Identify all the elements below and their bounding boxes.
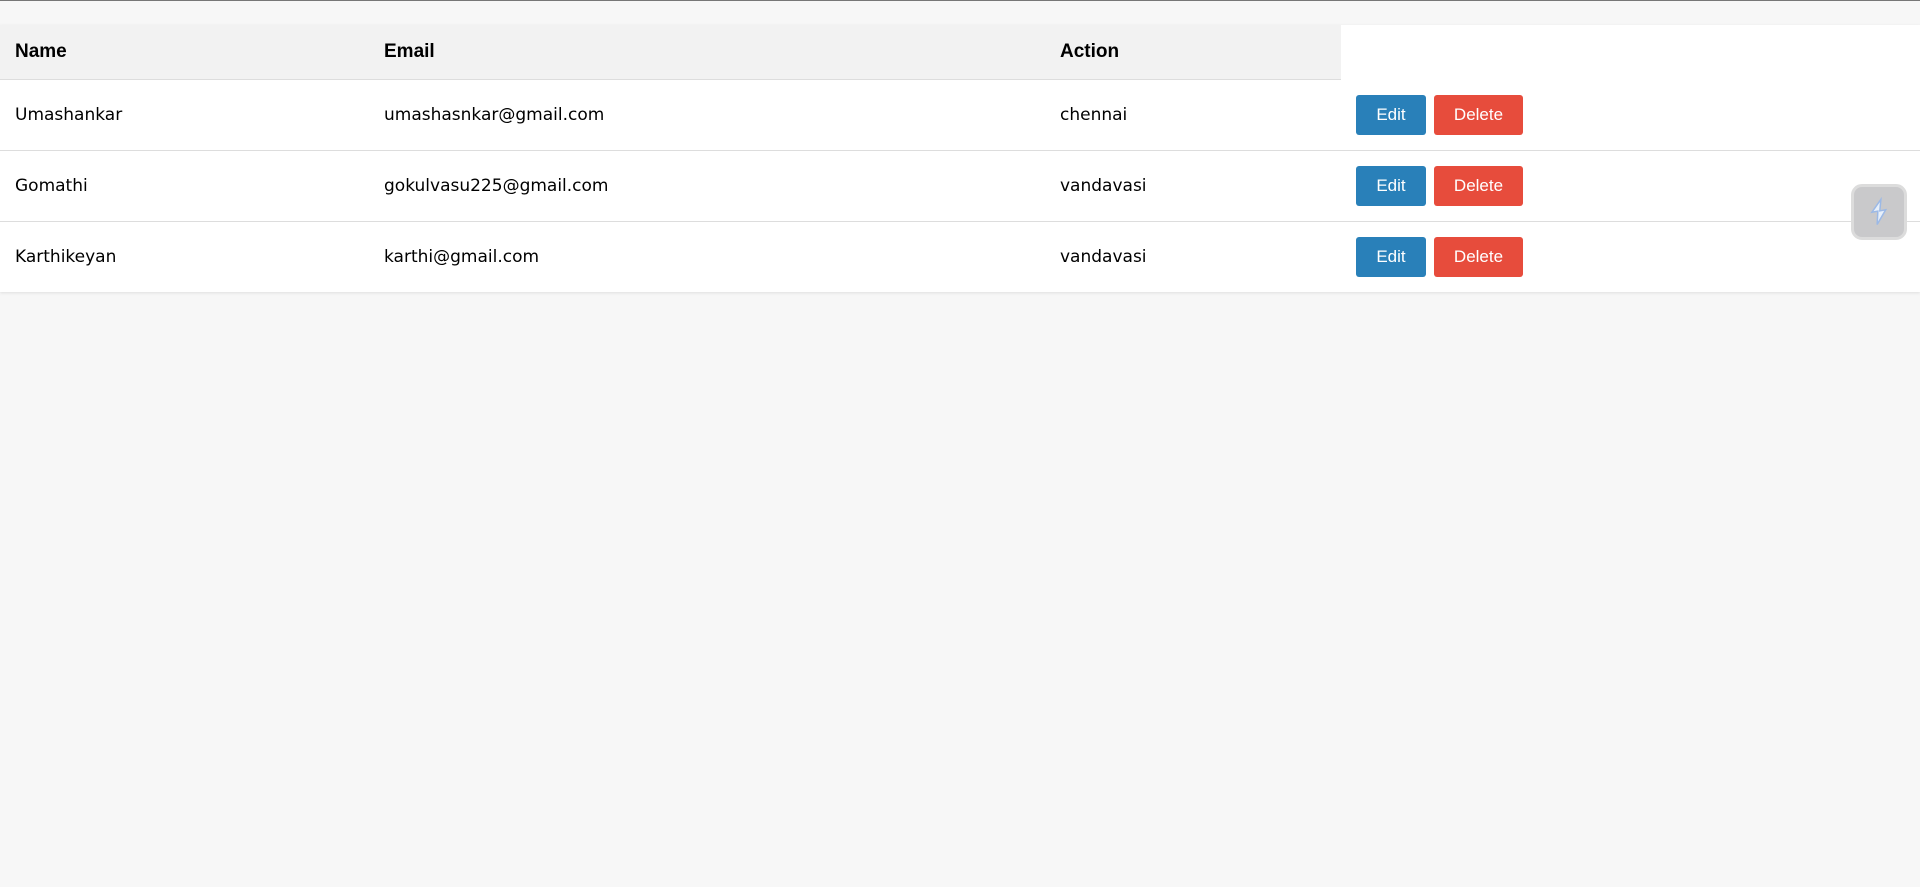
- cell-actions: Edit Delete: [1341, 79, 1920, 151]
- table-row: Gomathi gokulvasu225@gmail.com vandavasi…: [0, 150, 1920, 222]
- lightning-bolt-icon: [1870, 197, 1888, 225]
- table-row: Umashankar umashasnkar@gmail.com chennai…: [0, 79, 1920, 151]
- cell-city: chennai: [1045, 79, 1341, 151]
- edit-button[interactable]: Edit: [1356, 94, 1426, 135]
- cell-name: Umashankar: [0, 79, 369, 151]
- table-header: Name Email Action: [0, 25, 1920, 80]
- delete-button[interactable]: Delete: [1434, 237, 1523, 277]
- column-header-blank: [1341, 25, 1920, 80]
- delete-button[interactable]: Delete: [1434, 94, 1523, 135]
- header-row: Name Email Action: [0, 25, 1920, 80]
- floating-widget-button[interactable]: [1851, 184, 1907, 240]
- cell-email: gokulvasu225@gmail.com: [369, 150, 1045, 222]
- edit-button[interactable]: Edit: [1356, 237, 1426, 277]
- cell-actions: Edit Delete: [1341, 222, 1920, 293]
- cell-city: vandavasi: [1045, 150, 1341, 222]
- column-header-name: Name: [0, 25, 369, 80]
- cell-actions: Edit Delete: [1341, 150, 1920, 222]
- cell-city: vandavasi: [1060, 247, 1147, 267]
- cell-email: karthi@gmail.com: [384, 247, 540, 267]
- users-table-container: Name Email Action Umashankar umashasnkar…: [0, 25, 1920, 292]
- cell-name: Gomathi: [0, 150, 369, 222]
- table-body: Umashankar umashasnkar@gmail.com chennai…: [0, 79, 1920, 293]
- users-table: Name Email Action Umashankar umashasnkar…: [0, 25, 1920, 292]
- column-header-email: Email: [369, 25, 1045, 80]
- column-header-action: Action: [1045, 25, 1341, 80]
- edit-button[interactable]: Edit: [1356, 166, 1426, 206]
- top-divider: [0, 0, 1920, 1]
- table-row: Karthikeyan karthi@gmail.com vandavasi E…: [0, 222, 1920, 293]
- cell-email: umashasnkar@gmail.com: [369, 79, 1045, 151]
- delete-button[interactable]: Delete: [1434, 166, 1523, 206]
- cell-name: Karthikeyan: [15, 247, 117, 267]
